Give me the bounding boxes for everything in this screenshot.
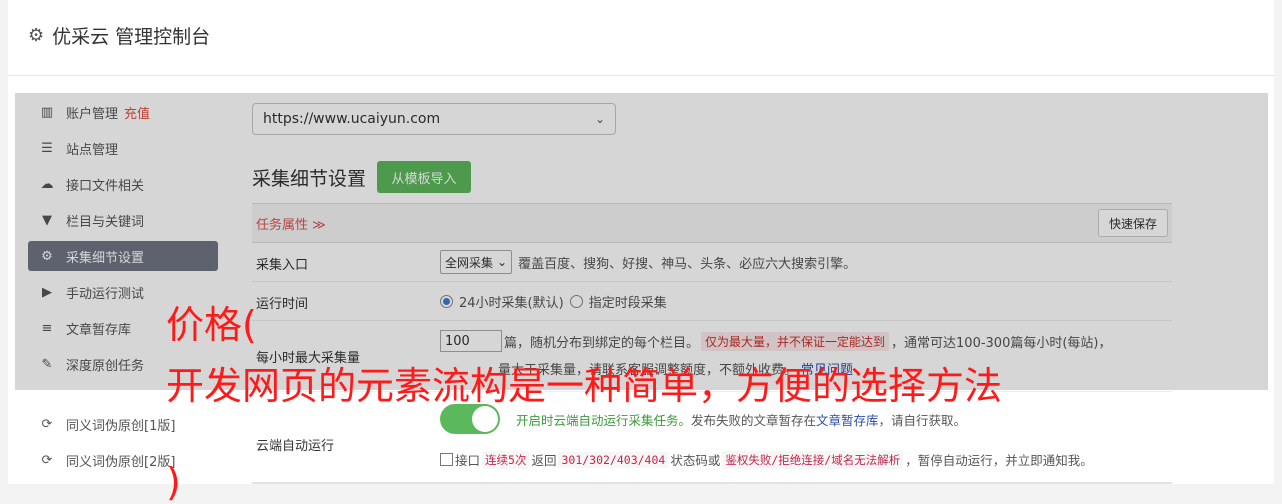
max-per-hour-input[interactable]: 100 [440,330,502,352]
edit-icon: ✎ [41,356,53,372]
sidebar-lower: ⟳ 同义词伪原创[1版] ⟳ 同义词伪原创[2版] [28,409,218,481]
sidebar-item-account[interactable]: ▥ 账户管理 充值 [28,97,218,127]
sidebar-item-label: 同义词伪原创[1版] [66,418,176,434]
chevron-down-icon: ⌄ [594,112,605,126]
overlay-text-line2: 开发网页的元素流构是一种简单，方便的选择方法 [166,364,1003,408]
row-value: 24小时采集(默认) 指定时段采集 [440,292,667,311]
radio-24h[interactable] [440,295,453,308]
sidebar-item-sites[interactable]: ☰ 站点管理 [28,133,218,163]
chk-text-a: 接口 [455,453,481,468]
sidebar-item-columns[interactable]: ▼ 栏目与关键词 [28,205,218,235]
refresh-icon: ⟳ [41,416,53,432]
server-icon: ☰ [41,140,53,156]
row-label: 采集入口 [256,258,309,273]
bar-chart-icon: ▥ [40,104,54,120]
settings-table: 任务属性 ≫ 快速保存 采集入口 全网采集 ⌄ 覆盖百度、搜狗、好搜、神马、头条… [252,203,1172,484]
entry-select[interactable]: 全网采集 ⌄ [440,250,513,274]
max-text-1: 篇，随机分布到绑定的每个栏目。 [504,335,700,351]
max-text-2: ，通常可达100-300篇每小时(每站)， [891,335,1112,351]
cloud-desc-green: 开启时云端自动运行采集任务。 [516,412,692,428]
code-5x: 连续5次 [482,450,530,469]
cloud-desc: 开启时云端自动运行采集任务。发布失败的文章暂存在文章暂存库，请自行获取。 [516,410,966,429]
site-url-value: https://www.ucaiyun.com [263,111,441,127]
row-run-time: 运行时间 24小时采集(默认) 指定时段采集 [252,282,1172,321]
sidebar-item-interface[interactable]: ☁ 接口文件相关 [28,169,218,199]
database-icon: ≡ [41,320,53,336]
pause-on-error-checkbox[interactable] [440,453,453,466]
sidebar-item-label: 手动运行测试 [66,286,145,302]
chk-text-d: ，暂停自动运行，并立即通知我。 [905,453,1093,468]
sidebar-item-synonym-v1[interactable]: ⟳ 同义词伪原创[1版] [28,409,218,439]
cloud-desc-a: 发布失败的文章暂存在 [691,412,817,428]
sidebar-item-collect-settings[interactable]: ⚙ 采集细节设置 [28,241,218,271]
play-circle-icon: ▶ [42,284,52,300]
entry-desc: 覆盖百度、搜狗、好搜、神马、头条、必应六大搜索引擎。 [518,256,857,272]
section-title: 采集细节设置 [252,168,367,190]
sidebar-item-label: 文章暂存库 [66,322,132,338]
gears-icon: ⚙ [41,248,53,264]
scrollbar[interactable] [1274,0,1282,484]
row-value: 全网采集 ⌄ 覆盖百度、搜狗、好搜、神马、头条、必应六大搜索引擎。 [440,250,856,274]
sidebar-item-label: 同义词伪原创[2版] [66,454,176,470]
radio-period-label: 指定时段采集 [588,296,667,311]
page-title-text: 优采云 管理控制台 [52,26,211,48]
overlay-text-line1: 价格( [166,303,257,347]
entry-select-value: 全网采集 [445,255,494,270]
page-title: ⚙ 优采云 管理控制台 [28,22,210,49]
settings-table-header: 任务属性 ≫ 快速保存 [252,203,1172,243]
overlay-text-line3: ) [166,460,181,504]
chevron-down-icon: ⌄ [497,255,508,269]
row-value: 100 篇，随机分布到绑定的每个栏目。 仅为最大量，并不保证一定能达到 ，通常可… [440,330,1112,352]
row-label: 运行时间 [256,297,309,312]
code-errors: 鉴权失败/拒绝连接/域名无法解析 [722,450,904,469]
chk-text-b: 返回 [531,453,557,468]
row-label: 云端自动运行 [256,439,335,454]
sidebar-item-label: 采集细节设置 [66,250,145,266]
sidebar-item-label: 深度原创任务 [66,358,145,374]
sidebar-item-label: 接口文件相关 [66,178,145,194]
sidebar-item-label: 账户管理 [66,106,119,122]
radio-period[interactable] [569,295,583,308]
max-warning: 仅为最大量，并不保证一定能达到 [701,331,890,351]
sidebar-item-label: 站点管理 [66,142,119,158]
row-entry: 采集入口 全网采集 ⌄ 覆盖百度、搜狗、好搜、神马、头条、必应六大搜索引擎。 [252,243,1172,282]
top-header: ⚙ 优采云 管理控制台 [8,0,1274,76]
code-status: 301/302/403/404 [558,451,669,468]
recharge-link[interactable]: 充值 [124,103,150,122]
cloud-desc-b: ，请自行获取。 [878,412,967,428]
radio-24h-label: 24小时采集(默认) [459,296,564,311]
filter-icon: ▼ [42,212,52,228]
sidebar-item-synonym-v2[interactable]: ⟳ 同义词伪原创[2版] [28,445,218,475]
refresh-icon: ⟳ [41,452,53,468]
sidebar-item-label: 栏目与关键词 [66,214,145,230]
site-url-select[interactable]: https://www.ucaiyun.com ⌄ [252,103,616,135]
task-properties-toggle[interactable]: 任务属性 ≫ [256,214,326,233]
quick-save-button[interactable]: 快速保存 [1097,209,1168,237]
chk-text-c: 状态码或 [670,453,721,468]
article-store-link[interactable]: 文章暂存库 [816,413,879,428]
row-value-check: 接口 连续5次 返回 301/302/403/404 状态码或 鉴权失败/拒绝连… [440,450,1093,469]
import-template-button[interactable]: 从模板导入 [377,161,471,193]
gear-icon: ⚙ [28,25,45,46]
cloud-upload-icon: ☁ [40,176,54,192]
